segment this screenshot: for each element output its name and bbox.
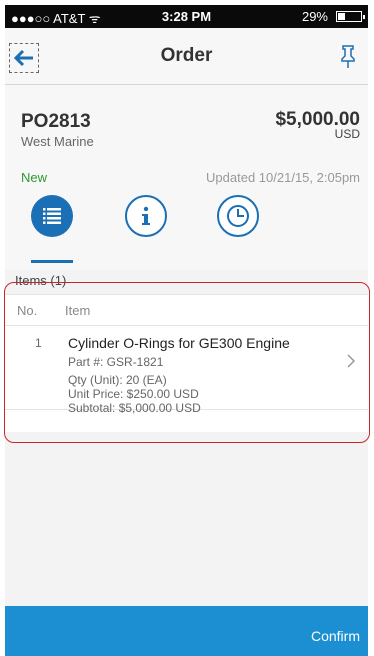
page-title: Order xyxy=(160,45,213,66)
item-part-number: Part #: GSR-1821 xyxy=(68,355,164,369)
chevron-right-icon xyxy=(347,354,356,368)
clock-icon xyxy=(227,205,249,227)
item-quantity: Qty (Unit): 20 (EA) xyxy=(68,373,167,387)
tab-info[interactable] xyxy=(125,195,167,237)
vendor-name: West Marine xyxy=(21,134,94,149)
po-number: PO2813 xyxy=(21,111,91,132)
battery-percent: 29% xyxy=(301,9,328,24)
order-header: PO2813 West Marine $5,000.00 USD New Upd… xyxy=(5,85,368,270)
pin-button[interactable] xyxy=(338,44,358,70)
app-screen: ●●●○○ AT&T ᯤ 3:28 PM 29% Order PO2813 We… xyxy=(5,5,368,656)
order-currency: USD xyxy=(334,127,360,141)
nav-bar: Order xyxy=(5,28,368,85)
tab-history[interactable] xyxy=(217,195,259,237)
column-header-item: Item xyxy=(65,303,91,318)
updated-timestamp: Updated 10/21/15, 2:05pm xyxy=(206,170,360,185)
active-tab-indicator xyxy=(31,260,73,263)
item-subtotal: Subtotal: $5,000.00 USD xyxy=(68,401,201,415)
tab-items[interactable] xyxy=(31,195,73,237)
column-header-no: No. xyxy=(17,303,38,318)
item-name: Cylinder O-Rings for GE300 Engine xyxy=(68,335,290,351)
items-table: No. Item 1 Cylinder O-Rings for GE300 En… xyxy=(5,294,368,432)
list-icon xyxy=(43,208,61,224)
footer-bar: Confirm xyxy=(5,606,368,656)
table-row[interactable]: 1 Cylinder O-Rings for GE300 Engine Part… xyxy=(5,324,368,415)
status-bar: ●●●○○ AT&T ᯤ 3:28 PM 29% xyxy=(5,5,368,28)
confirm-button[interactable]: Confirm xyxy=(311,628,360,644)
item-unit-price: Unit Price: $250.00 USD xyxy=(68,387,199,401)
info-icon xyxy=(142,206,150,225)
status-badge: New xyxy=(21,170,48,185)
pushpin-icon xyxy=(341,45,355,68)
table-header: No. Item xyxy=(5,294,368,326)
row-number: 1 xyxy=(35,336,42,350)
battery-icon xyxy=(336,11,365,22)
items-section-title: Items (1) xyxy=(15,273,67,288)
